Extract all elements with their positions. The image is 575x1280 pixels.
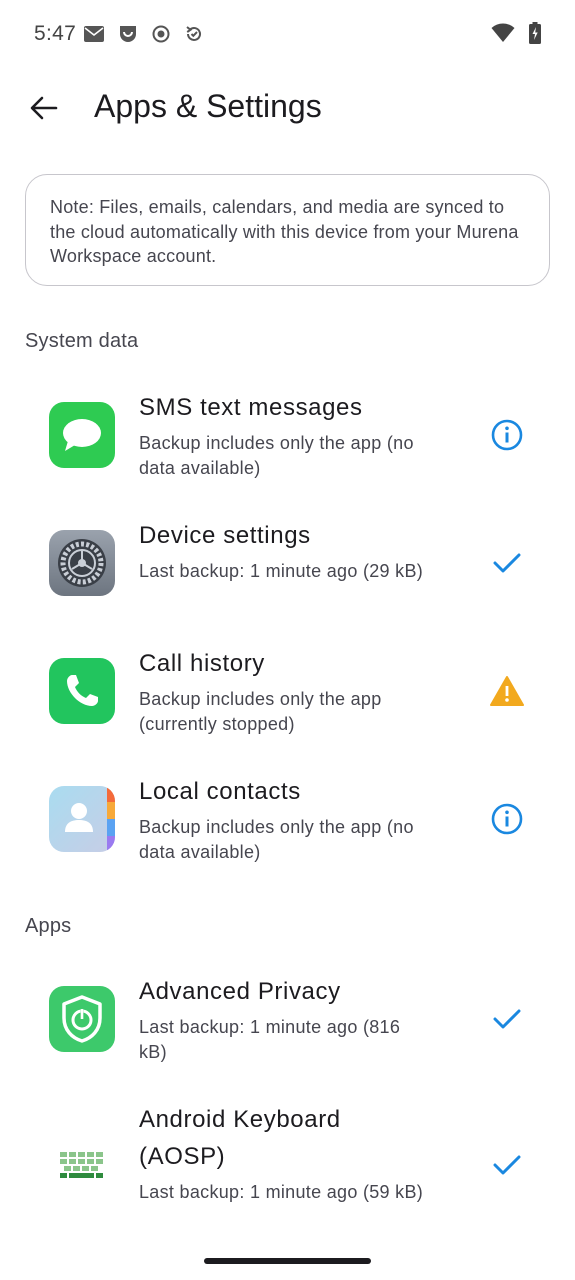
sync-note-card: Note: Files, emails, calendars, and medi… bbox=[25, 174, 550, 286]
list-item-local-contacts[interactable]: Local contacts Backup includes only the … bbox=[0, 764, 575, 882]
check-icon bbox=[489, 545, 525, 581]
notification-icons bbox=[84, 24, 204, 49]
contacts-app-icon bbox=[49, 786, 115, 852]
item-title: Device settings bbox=[139, 522, 311, 549]
status-time: 5:47 bbox=[34, 22, 77, 45]
item-title: Call history bbox=[139, 650, 265, 677]
check-icon bbox=[489, 1001, 525, 1037]
warning-icon[interactable] bbox=[489, 673, 525, 709]
item-subtitle: Last backup: 1 minute ago (816 kB) bbox=[139, 1017, 401, 1062]
status-bar: 5:47 bbox=[0, 0, 575, 68]
info-icon[interactable] bbox=[489, 801, 525, 837]
item-subtitle: Backup includes only the app (currently … bbox=[139, 689, 382, 734]
sync-note-text: Note: Files, emails, calendars, and medi… bbox=[50, 197, 519, 266]
back-button[interactable] bbox=[22, 86, 66, 130]
advanced-privacy-app-icon bbox=[49, 986, 115, 1052]
system-status-icons bbox=[491, 22, 541, 49]
list-item-advanced-privacy[interactable]: Advanced Privacy Last backup: 1 minute a… bbox=[0, 964, 575, 1082]
item-subtitle: Backup includes only the app (no data av… bbox=[139, 433, 414, 478]
item-subtitle: Last backup: 1 minute ago (59 kB) bbox=[139, 1182, 424, 1202]
item-subtitle: Backup includes only the app (no data av… bbox=[139, 817, 414, 862]
wifi-icon bbox=[491, 23, 515, 48]
list-item-device-settings[interactable]: Device settings Last backup: 1 minute ag… bbox=[0, 508, 575, 626]
phone-app-icon bbox=[49, 658, 115, 724]
list-item-call-history[interactable]: Call history Backup includes only the ap… bbox=[0, 636, 575, 754]
section-header-system-data: System data bbox=[25, 330, 139, 352]
check-icon bbox=[489, 1147, 525, 1183]
page-title: Apps & Settings bbox=[94, 88, 322, 124]
record-icon bbox=[152, 25, 170, 48]
arrow-back-icon bbox=[30, 96, 58, 120]
item-title: SMS text messages bbox=[139, 394, 363, 421]
list-item-android-keyboard[interactable]: Android Keyboard (AOSP) Last backup: 1 m… bbox=[0, 1092, 575, 1242]
item-title: Local contacts bbox=[139, 778, 301, 805]
settings-app-icon bbox=[49, 530, 115, 596]
messages-app-icon bbox=[49, 402, 115, 468]
app-bar: Apps & Settings bbox=[0, 80, 575, 136]
sync-icon bbox=[184, 24, 204, 49]
item-title: Android Keyboard (AOSP) bbox=[139, 1106, 341, 1170]
keyboard-app-icon bbox=[49, 1132, 115, 1198]
list-item-sms[interactable]: SMS text messages Backup includes only t… bbox=[0, 380, 575, 498]
item-subtitle: Last backup: 1 minute ago (29 kB) bbox=[139, 561, 424, 581]
info-icon[interactable] bbox=[489, 417, 525, 453]
gesture-nav-handle[interactable] bbox=[204, 1258, 371, 1264]
section-header-apps: Apps bbox=[25, 915, 72, 937]
mail-icon bbox=[84, 26, 104, 47]
item-title: Advanced Privacy bbox=[139, 978, 341, 1005]
battery-charging-icon bbox=[529, 22, 541, 49]
beacon-icon bbox=[118, 24, 138, 49]
